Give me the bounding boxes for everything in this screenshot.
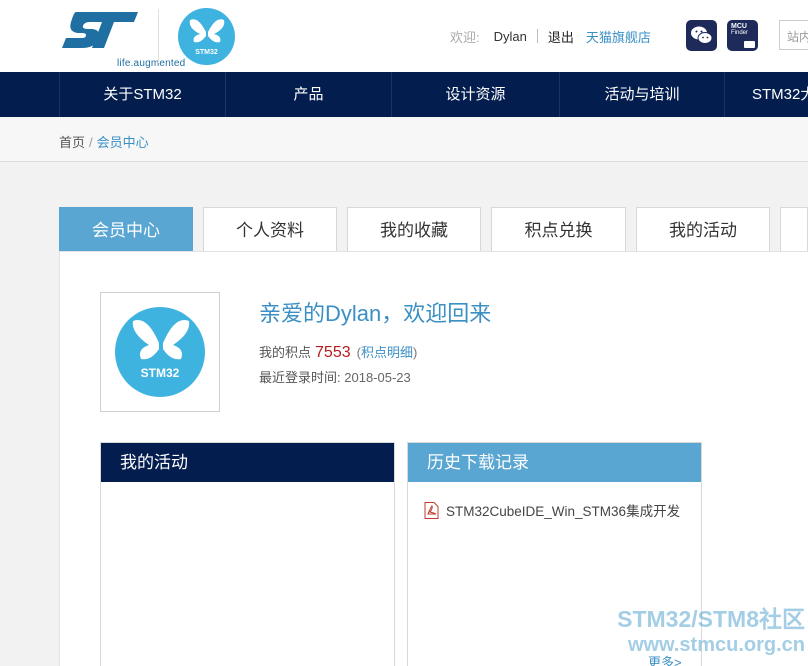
wechat-glyph-icon bbox=[691, 26, 713, 44]
last-login-row: 最近登录时间: 2018-05-23 bbox=[259, 367, 411, 386]
last-login-label: 最近登录时间: bbox=[259, 370, 341, 385]
butterfly-icon: STM32 bbox=[178, 8, 235, 65]
st-mini-icon bbox=[744, 41, 755, 48]
paren-close: ) bbox=[412, 345, 418, 360]
avatar-stm32-mark: STM32 bbox=[141, 366, 180, 380]
watermark-line1: STM32/STM8社区 bbox=[617, 606, 805, 632]
nav-item-design-resources[interactable]: 设计资源 bbox=[391, 72, 559, 117]
tab-my-activities[interactable]: 我的活动 bbox=[636, 207, 770, 251]
tab-profile[interactable]: 个人资料 bbox=[203, 207, 337, 251]
greeting-title: 亲爱的Dylan，欢迎回来 bbox=[259, 301, 492, 326]
nav-item-about[interactable]: 关于STM32 bbox=[59, 72, 225, 117]
tmall-store-link[interactable]: 天猫旗舰店 bbox=[586, 27, 651, 46]
site-header: life.augmented STM32 欢迎: Dylan 退出 天猫旗舰店 … bbox=[0, 0, 808, 72]
tab-favorites[interactable]: 我的收藏 bbox=[347, 207, 481, 251]
st-logo[interactable]: life.augmented bbox=[58, 8, 185, 69]
wechat-icon[interactable] bbox=[686, 20, 717, 51]
download-item[interactable]: STM32CubeIDE_Win_STM36集成开发 bbox=[424, 500, 680, 520]
site-watermark: STM32/STM8社区 www.stmcu.org.cn bbox=[575, 605, 805, 657]
pdf-icon bbox=[424, 501, 439, 519]
breadcrumb-home[interactable]: 首页 bbox=[59, 135, 85, 150]
mcu-finder-label: MCU bbox=[731, 23, 747, 30]
points-detail-link[interactable]: 积点明细 bbox=[361, 345, 413, 360]
breadcrumb-current[interactable]: 会员中心 bbox=[97, 135, 149, 150]
username-link[interactable]: Dylan bbox=[494, 29, 527, 44]
breadcrumb-bar: 首页 / 会员中心 bbox=[0, 117, 808, 162]
breadcrumb-separator: / bbox=[89, 135, 93, 150]
my-activities-box: 我的活动 bbox=[100, 442, 395, 666]
breadcrumb: 首页 / 会员中心 bbox=[59, 132, 149, 151]
download-history-title: 历史下载记录 bbox=[408, 443, 701, 482]
user-bar-separator bbox=[536, 29, 538, 43]
points-row: 我的积点 7553 (积点明细) bbox=[259, 342, 417, 362]
site-search-input[interactable]: 站内 bbox=[779, 20, 808, 50]
welcome-label: 欢迎: bbox=[450, 29, 480, 45]
main-nav: 关于STM32 产品 设计资源 活动与培训 STM32大 bbox=[0, 72, 808, 117]
tab-overflow[interactable] bbox=[780, 207, 808, 251]
logout-link[interactable]: 退出 bbox=[548, 27, 574, 46]
header-divider bbox=[158, 9, 159, 63]
stm32-logo[interactable]: STM32 bbox=[178, 8, 235, 65]
brand-tagline: life.augmented bbox=[117, 58, 186, 69]
nav-item-stm32-more[interactable]: STM32大 bbox=[724, 72, 808, 117]
download-item-name: STM32CubeIDE_Win_STM36集成开发 bbox=[446, 504, 681, 519]
watermark-line2: www.stmcu.org.cn bbox=[627, 634, 805, 656]
nav-item-events[interactable]: 活动与培训 bbox=[559, 72, 724, 117]
butterfly-avatar-icon: STM32 bbox=[115, 307, 205, 397]
last-login-date: 2018-05-23 bbox=[344, 370, 411, 385]
points-value: 7553 bbox=[315, 344, 351, 361]
user-bar: 欢迎: Dylan 退出 天猫旗舰店 bbox=[450, 26, 651, 46]
mcu-finder-icon[interactable]: MCU Finder bbox=[727, 20, 758, 51]
tab-member-center[interactable]: 会员中心 bbox=[59, 207, 193, 251]
tab-points-exchange[interactable]: 积点兑换 bbox=[491, 207, 626, 251]
avatar[interactable]: STM32 bbox=[100, 292, 220, 412]
stm32-mark: STM32 bbox=[195, 49, 218, 56]
mcu-finder-sublabel: Finder bbox=[731, 30, 749, 36]
points-label: 我的积点 bbox=[259, 345, 312, 360]
st-logo-mark bbox=[62, 12, 138, 48]
my-activities-title: 我的活动 bbox=[101, 443, 394, 482]
nav-item-products[interactable]: 产品 bbox=[225, 72, 391, 117]
